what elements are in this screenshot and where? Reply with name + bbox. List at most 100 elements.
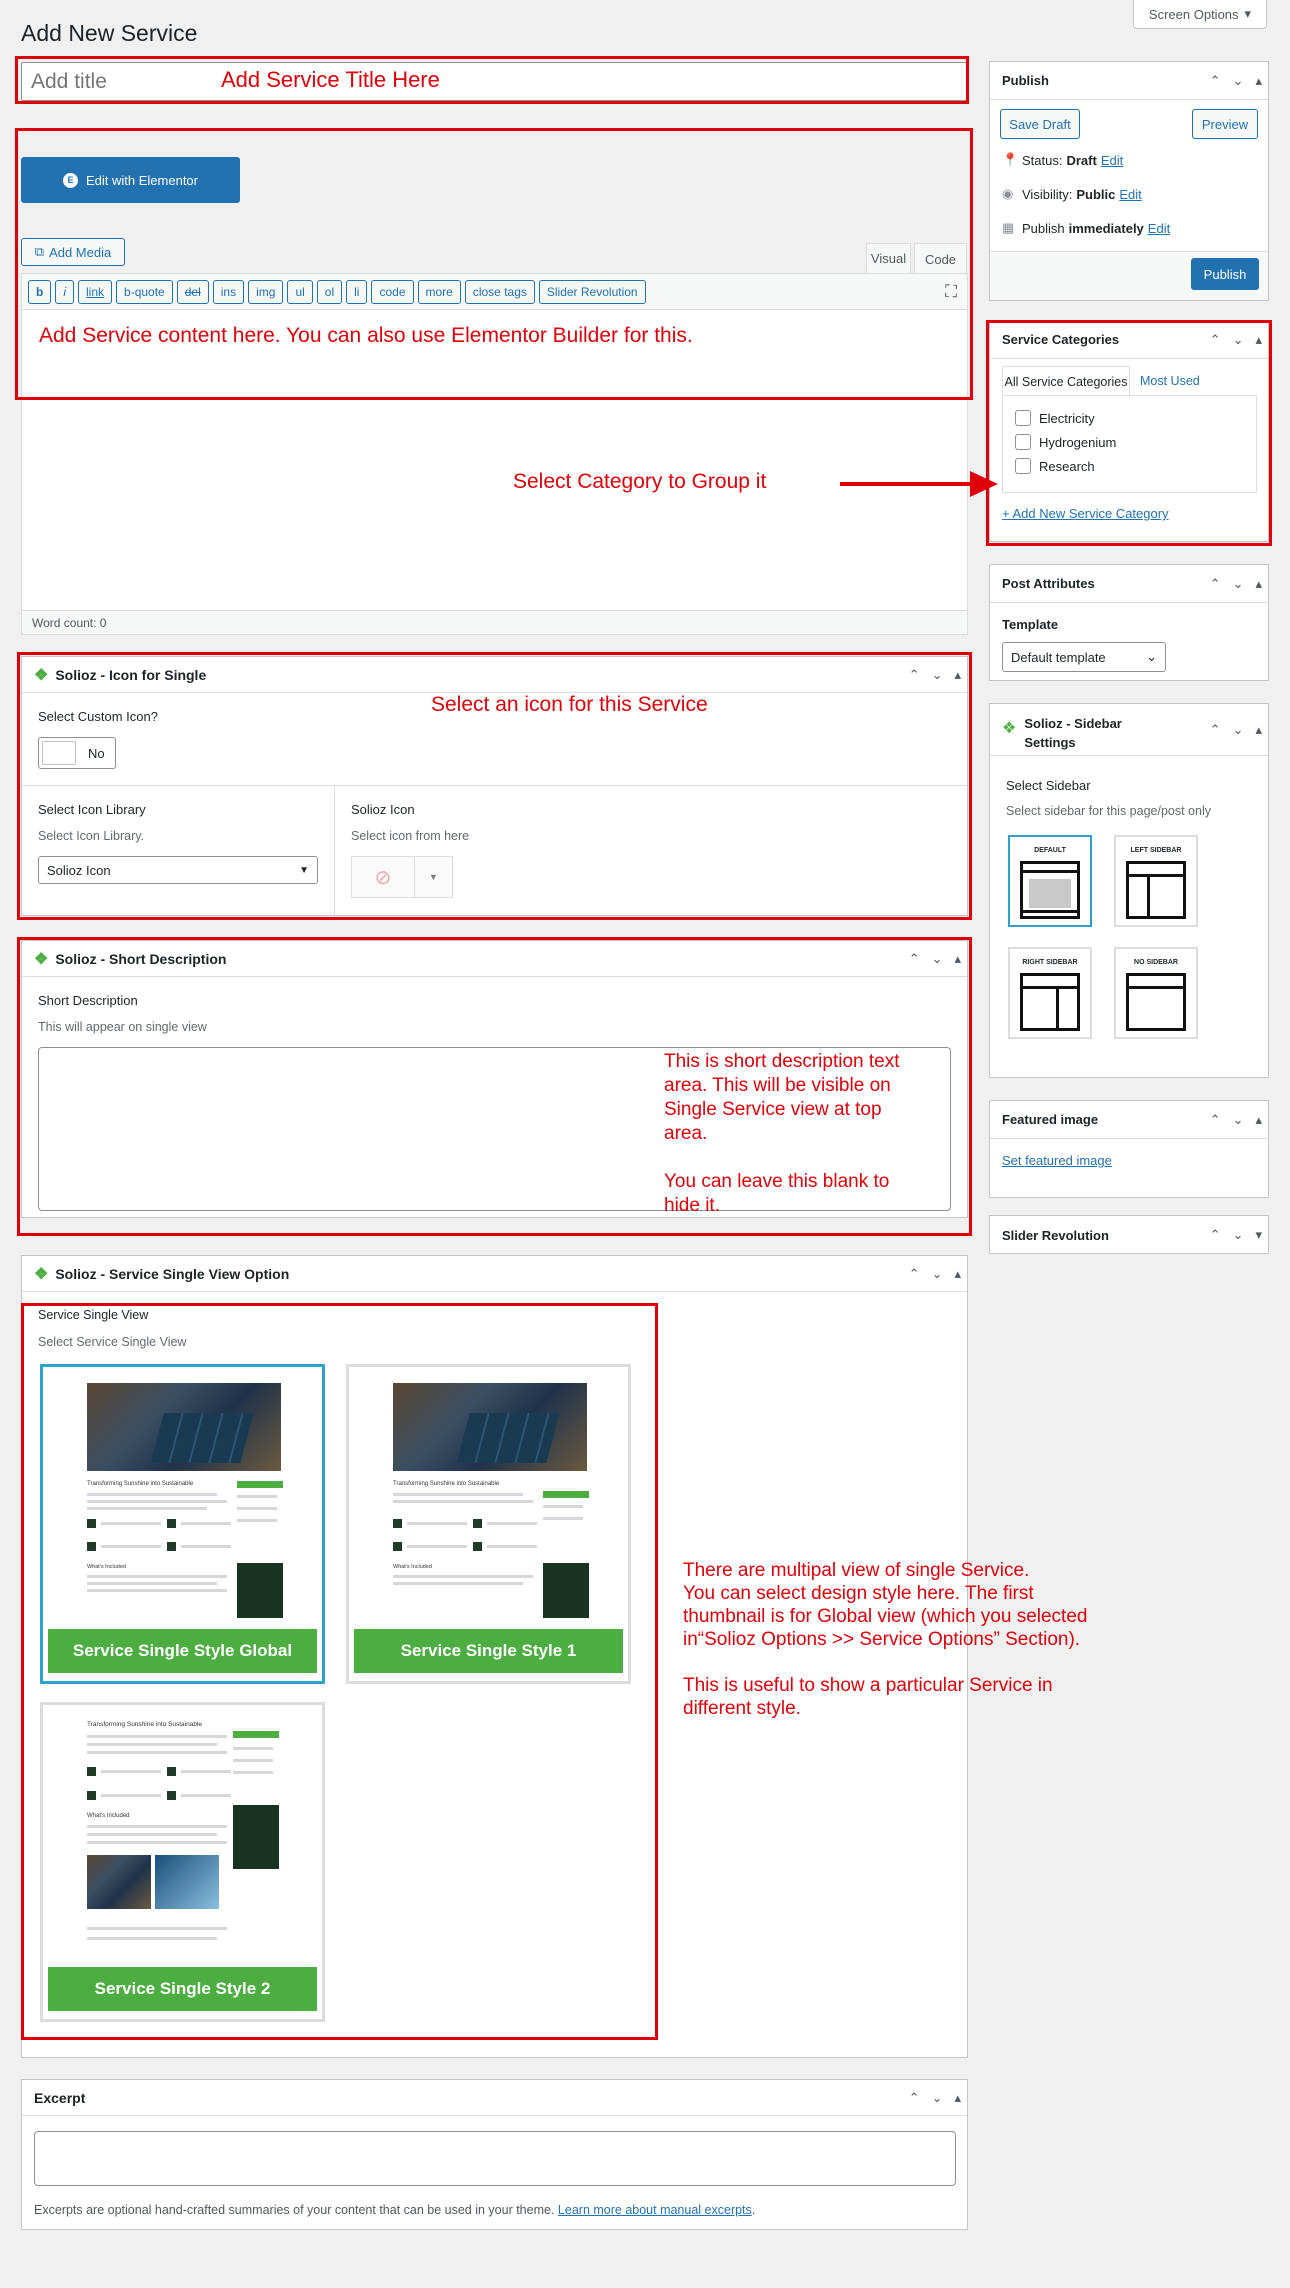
caret-up-icon[interactable]: ▴	[1255, 722, 1262, 738]
library-select[interactable]: Solioz Icon ▼	[38, 856, 318, 884]
category-checkbox[interactable]	[1015, 410, 1031, 426]
caret-up-icon[interactable]: ▴	[1255, 332, 1262, 348]
single-view-header[interactable]: ❖ Solioz - Service Single View Option	[22, 1256, 967, 1292]
icon-picker[interactable]: ⊘ ▼	[351, 856, 453, 898]
chevron-down-icon[interactable]: ⌄	[932, 2090, 943, 2106]
qt-bquote[interactable]: b-quote	[116, 280, 173, 304]
qt-ins[interactable]: ins	[212, 280, 245, 304]
chevron-up-icon[interactable]: ⌃	[909, 951, 920, 967]
excerpt-learn-more-link[interactable]: Learn more about manual excerpts	[558, 2203, 752, 2217]
qt-ol[interactable]: ol	[316, 280, 343, 304]
add-media-button[interactable]: ⧉ Add Media	[21, 238, 125, 266]
fullscreen-icon[interactable]: ⛶	[945, 282, 957, 302]
tab-visual[interactable]: Visual	[866, 243, 911, 273]
qt-link[interactable]: link	[78, 280, 113, 304]
chevron-up-icon[interactable]: ⌃	[1210, 73, 1221, 89]
category-item[interactable]: Hydrogenium	[1015, 430, 1256, 454]
annotation-arrow-icon	[840, 471, 998, 497]
title-input[interactable]	[22, 63, 966, 100]
annotation-short-desc-line: area.	[664, 1123, 708, 1144]
category-list: Electricity Hydrogenium Research	[1002, 395, 1257, 493]
chevron-down-icon: ⌄	[1146, 649, 1157, 664]
caret-up-icon[interactable]: ▴	[954, 2090, 961, 2106]
chevron-up-icon[interactable]: ⌃	[909, 2090, 920, 2106]
chevron-down-icon[interactable]: ⌄	[1233, 73, 1244, 89]
caret-up-icon[interactable]: ▴	[954, 667, 961, 683]
category-checkbox[interactable]	[1015, 434, 1031, 450]
chevron-down-icon[interactable]: ⌄	[1233, 1112, 1244, 1128]
tab-code[interactable]: Code	[914, 243, 967, 274]
chevron-down-icon[interactable]: ⌄	[932, 1266, 943, 1282]
style-option-2[interactable]: Transforming Sunshine into Sustainable W…	[40, 1702, 325, 2022]
add-new-category-link[interactable]: + Add New Service Category	[1002, 506, 1169, 521]
sidebar-option-default[interactable]: DEFAULT	[1008, 835, 1092, 927]
status-edit-link[interactable]: Edit	[1101, 153, 1123, 168]
title-input-wrap[interactable]	[21, 62, 967, 101]
screen-options-button[interactable]: Screen Options ▾	[1133, 0, 1267, 29]
elementor-icon: E	[63, 172, 78, 188]
sidebar-option-label: LEFT SIDEBAR	[1130, 847, 1182, 854]
chevron-up-icon[interactable]: ⌃	[909, 1266, 920, 1282]
sidebar-option-none[interactable]: NO SIDEBAR	[1114, 947, 1198, 1039]
caret-down-icon[interactable]: ▾	[1255, 1227, 1262, 1243]
chevron-down-icon[interactable]: ⌄	[1233, 332, 1244, 348]
category-item[interactable]: Electricity	[1015, 406, 1256, 430]
chevron-down-icon[interactable]: ⌄	[932, 951, 943, 967]
style-option-global[interactable]: Transforming Sunshine into Sustainable W…	[40, 1364, 325, 1684]
edit-with-elementor-button[interactable]: E Edit with Elementor	[21, 157, 240, 203]
chevron-down-icon[interactable]: ⌄	[1233, 1227, 1244, 1243]
sidebar-option-left[interactable]: LEFT SIDEBAR	[1114, 835, 1198, 927]
preview-button[interactable]: Preview	[1192, 109, 1258, 139]
excerpt-textarea[interactable]	[34, 2131, 956, 2186]
sidebar-option-label: DEFAULT	[1034, 847, 1066, 854]
tab-most-used[interactable]: Most Used	[1140, 366, 1200, 396]
icon-picker-arrow[interactable]: ▼	[414, 857, 452, 897]
chevron-down-icon[interactable]: ⌄	[1233, 576, 1244, 592]
qt-code[interactable]: code	[371, 280, 414, 304]
chevron-up-icon[interactable]: ⌃	[1210, 1227, 1221, 1243]
caret-up-icon[interactable]: ▴	[1255, 73, 1262, 89]
qt-close-tags[interactable]: close tags	[464, 280, 535, 304]
short-desc-header[interactable]: ❖ Solioz - Short Description	[22, 941, 967, 977]
annotation-category: Select Category to Group it	[513, 470, 767, 493]
chevron-up-icon[interactable]: ⌃	[1210, 332, 1221, 348]
set-featured-image-link[interactable]: Set featured image	[1002, 1153, 1112, 1168]
style-option-1[interactable]: Transforming Sunshine into Sustainable W…	[346, 1364, 631, 1684]
chevron-down-icon[interactable]: ⌄	[932, 667, 943, 683]
qt-li[interactable]: li	[346, 280, 368, 304]
excerpt-header[interactable]: Excerpt	[22, 2080, 967, 2116]
tab-all-categories[interactable]: All Service Categories	[1002, 366, 1130, 396]
chevron-up-icon[interactable]: ⌃	[1210, 576, 1221, 592]
visibility-edit-link[interactable]: Edit	[1119, 187, 1141, 202]
save-draft-button[interactable]: Save Draft	[1000, 109, 1080, 139]
icon-box-header[interactable]: ❖ Solioz - Icon for Single	[22, 657, 967, 693]
icon-box-title: Solioz - Icon for Single	[55, 666, 207, 683]
qt-i[interactable]: i	[55, 280, 75, 304]
publish-box: Publish ⌃ ⌄ ▴ Save Draft Preview 📍 Status:…	[989, 61, 1269, 301]
word-count-bar: Word count: 0	[22, 610, 967, 634]
publish-button[interactable]: Publish	[1191, 258, 1259, 290]
caret-up-icon[interactable]: ▴	[954, 951, 961, 967]
schedule-edit-link[interactable]: Edit	[1148, 221, 1170, 236]
category-checkbox[interactable]	[1015, 458, 1031, 474]
caret-up-icon[interactable]: ▴	[1255, 576, 1262, 592]
qt-ul[interactable]: ul	[287, 280, 313, 304]
chevron-up-icon[interactable]: ⌃	[909, 667, 920, 683]
add-media-label: Add Media	[49, 244, 112, 260]
chevron-down-icon[interactable]: ⌄	[1233, 722, 1244, 738]
caret-up-icon[interactable]: ▴	[954, 1266, 961, 1282]
category-item[interactable]: Research	[1015, 454, 1256, 478]
qt-del[interactable]: del	[176, 280, 209, 304]
chevron-up-icon[interactable]: ⌃	[1210, 1112, 1221, 1128]
calendar-icon: ▦	[1002, 220, 1015, 235]
sidebar-option-right[interactable]: RIGHT SIDEBAR	[1008, 947, 1092, 1039]
solar-panel-image	[456, 1413, 560, 1463]
custom-icon-toggle[interactable]: No	[38, 737, 116, 769]
qt-more[interactable]: more	[417, 280, 461, 304]
qt-img[interactable]: img	[248, 280, 284, 304]
qt-slider-revolution[interactable]: Slider Revolution	[538, 280, 646, 304]
template-select[interactable]: Default template ⌄	[1002, 642, 1166, 672]
qt-b[interactable]: b	[28, 280, 52, 304]
chevron-up-icon[interactable]: ⌃	[1210, 722, 1221, 738]
caret-up-icon[interactable]: ▴	[1255, 1112, 1262, 1128]
